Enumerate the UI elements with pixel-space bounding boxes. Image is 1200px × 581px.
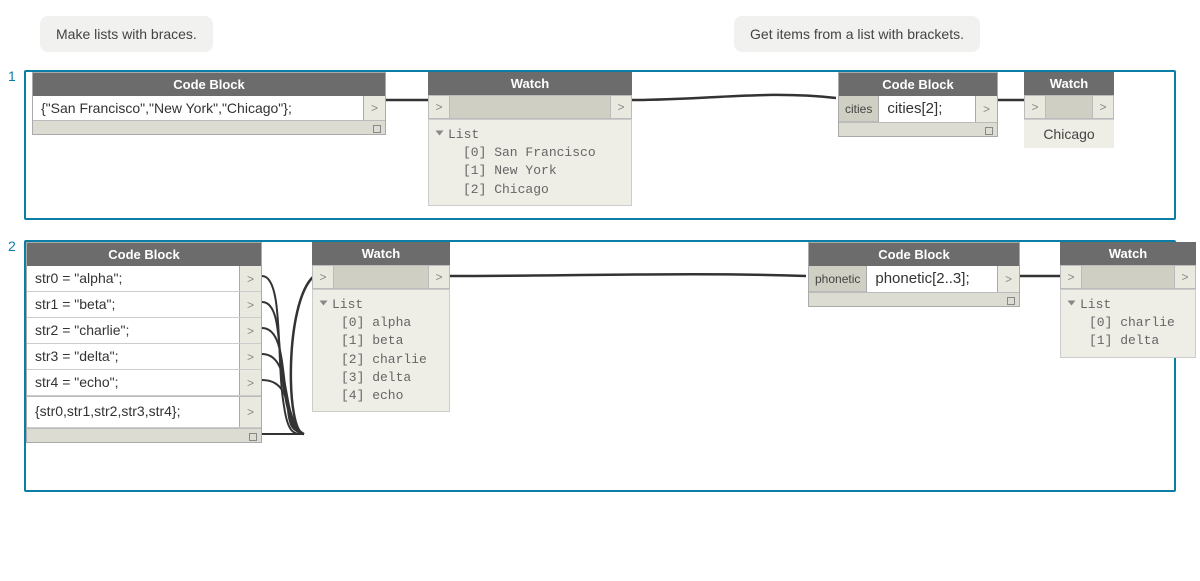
watch-bar-mid [334,265,428,289]
node-title: Watch [312,242,450,265]
watch-output: List [0] San Francisco [1] New York [2] … [428,119,632,206]
list-item: [1] delta [1069,332,1187,350]
list-item: [2] charlie [321,351,441,369]
code-line[interactable]: str0 = "alpha"; [27,266,239,291]
list-item: [0] alpha [321,314,441,332]
code-block-multiline[interactable]: Code Block str0 = "alpha"; str1 = "beta"… [26,242,262,443]
input-port[interactable] [428,95,450,119]
input-port[interactable] [1060,265,1082,289]
code-line[interactable]: str3 = "delta"; [27,344,239,369]
output-port[interactable] [1174,265,1196,289]
node-footer [839,122,997,136]
list-item: [1] New York [437,162,623,180]
watch-bar-mid [450,95,610,119]
watch-output: Chicago [1024,119,1114,148]
output-port[interactable] [239,266,261,291]
code-text[interactable]: phonetic[2..3]; [867,266,997,292]
watch-bar-mid [1046,95,1092,119]
output-port[interactable] [428,265,450,289]
watch-bar-mid [1082,265,1174,289]
code-block-slice[interactable]: Code Block phonetic phonetic[2..3]; [808,242,1020,307]
watch-slice[interactable]: Watch List [0] charlie [1] delta [1060,242,1196,358]
input-port-label[interactable]: phonetic [809,266,866,292]
node-title: Code Block [27,243,261,266]
region-1: 1 Code Block {"San Francisco","New York"… [24,70,1176,220]
code-line[interactable]: {str0,str1,str2,str3,str4}; [27,397,239,427]
code-text[interactable]: {"San Francisco","New York","Chicago"}; [33,96,363,120]
region-2: 2 Code Block str0 = "alpha"; str1 = "bet… [24,240,1176,492]
output-port[interactable] [610,95,632,119]
output-port[interactable] [239,397,261,427]
output-port[interactable] [363,96,385,120]
input-port[interactable] [1024,95,1046,119]
watch-1[interactable]: Watch List [0] San Francisco [1] New Yor… [428,72,632,206]
node-title: Watch [1060,242,1196,265]
node-title: Code Block [33,73,385,96]
list-item: [4] echo [321,387,441,405]
list-label: List [1080,297,1111,312]
output-port[interactable] [239,292,261,317]
callout-left: Make lists with braces. [40,16,213,52]
output-port[interactable] [239,344,261,369]
node-footer [27,428,261,442]
list-item: [0] charlie [1069,314,1187,332]
region-2-label: 2 [8,238,16,254]
output-port[interactable] [997,266,1019,292]
watch-output: List [0] alpha [1] beta [2] charlie [3] … [312,289,450,412]
list-item: [3] delta [321,369,441,387]
node-title: Code Block [839,73,997,96]
callout-right: Get items from a list with brackets. [734,16,980,52]
region-1-label: 1 [8,68,16,84]
code-block-2[interactable]: Code Block cities cities[2]; [838,72,998,137]
output-port[interactable] [239,370,261,395]
node-title: Watch [1024,72,1114,95]
watch-list[interactable]: Watch List [0] alpha [1] beta [2] charli… [312,242,450,412]
input-port[interactable] [312,265,334,289]
watch-output: List [0] charlie [1] delta [1060,289,1196,358]
code-text[interactable]: cities[2]; [879,96,975,122]
node-footer [33,120,385,134]
node-footer [809,292,1019,306]
list-item: [2] Chicago [437,181,623,199]
node-title: Code Block [809,243,1019,266]
code-line[interactable]: str2 = "charlie"; [27,318,239,343]
watch-2[interactable]: Watch Chicago [1024,72,1114,148]
list-item: [0] San Francisco [437,144,623,162]
output-port[interactable] [975,96,997,122]
input-port-label[interactable]: cities [839,96,878,122]
node-title: Watch [428,72,632,95]
code-line[interactable]: str4 = "echo"; [27,370,239,395]
code-line[interactable]: str1 = "beta"; [27,292,239,317]
list-item: [1] beta [321,332,441,350]
output-port[interactable] [239,318,261,343]
list-label: List [448,127,479,142]
code-block-1[interactable]: Code Block {"San Francisco","New York","… [32,72,386,135]
output-port[interactable] [1092,95,1114,119]
list-label: List [332,297,363,312]
